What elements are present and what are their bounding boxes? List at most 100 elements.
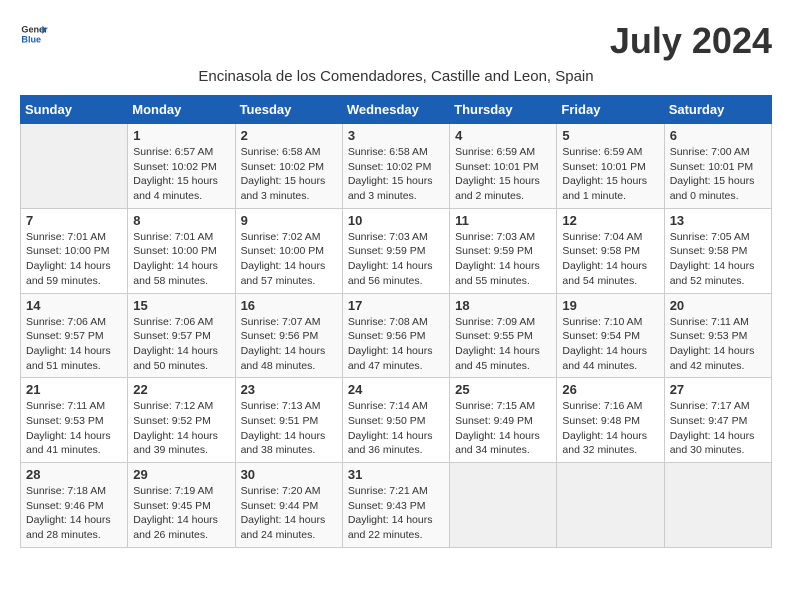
day-info: Sunrise: 7:11 AMSunset: 9:53 PMDaylight:…	[670, 315, 766, 374]
calendar-cell: 7Sunrise: 7:01 AMSunset: 10:00 PMDayligh…	[21, 208, 128, 293]
header-cell-monday: Monday	[128, 96, 235, 124]
day-number: 29	[133, 467, 229, 482]
day-number: 26	[562, 382, 658, 397]
day-number: 6	[670, 128, 766, 143]
day-info: Sunrise: 7:14 AMSunset: 9:50 PMDaylight:…	[348, 399, 444, 458]
calendar-cell: 22 Sunrise: 7:12 AMSunset: 9:52 PMDayligh…	[128, 378, 235, 463]
day-info: Sunrise: 6:59 AMSunset: 10:01 PMDaylight…	[562, 145, 658, 204]
logo-icon: General Blue	[20, 20, 48, 48]
day-info: Sunrise: 7:00 AMSunset: 10:01 PMDaylight…	[670, 145, 766, 204]
calendar-cell: 4 Sunrise: 6:59 AMSunset: 10:01 PMDayligh…	[450, 124, 557, 209]
header-cell-sunday: Sunday	[21, 96, 128, 124]
day-info: Sunrise: 7:09 AMSunset: 9:55 PMDaylight:…	[455, 315, 551, 374]
calendar-cell: 18 Sunrise: 7:09 AMSunset: 9:55 PMDayligh…	[450, 293, 557, 378]
day-number: 15	[133, 298, 229, 313]
calendar-cell: 17 Sunrise: 7:08 AMSunset: 9:56 PMDayligh…	[342, 293, 449, 378]
day-info: Sunrise: 7:15 AMSunset: 9:49 PMDaylight:…	[455, 399, 551, 458]
calendar-week-row: 7Sunrise: 7:01 AMSunset: 10:00 PMDayligh…	[21, 208, 772, 293]
day-info: Sunrise: 7:04 AMSunset: 9:58 PMDaylight:…	[562, 230, 658, 289]
day-number: 31	[348, 467, 444, 482]
svg-text:Blue: Blue	[21, 34, 41, 44]
day-number: 4	[455, 128, 551, 143]
calendar-cell: 27Sunrise: 7:17 AMSunset: 9:47 PMDayligh…	[664, 378, 771, 463]
calendar-week-row: 1 Sunrise: 6:57 AMSunset: 10:02 PMDayligh…	[21, 124, 772, 209]
day-number: 24	[348, 382, 444, 397]
day-number: 3	[348, 128, 444, 143]
day-number: 21	[26, 382, 122, 397]
day-info: Sunrise: 7:21 AMSunset: 9:43 PMDaylight:…	[348, 484, 444, 543]
day-info: Sunrise: 6:59 AMSunset: 10:01 PMDaylight…	[455, 145, 551, 204]
day-info: Sunrise: 7:05 AMSunset: 9:58 PMDaylight:…	[670, 230, 766, 289]
calendar-week-row: 21 Sunrise: 7:11 AMSunset: 9:53 PMDayligh…	[21, 378, 772, 463]
day-number: 1	[133, 128, 229, 143]
day-info: Sunrise: 7:11 AMSunset: 9:53 PMDaylight:…	[26, 399, 122, 458]
logo: General Blue	[20, 20, 48, 48]
day-info: Sunrise: 7:01 AMSunset: 10:00 PMDaylight…	[133, 230, 229, 289]
day-info: Sunrise: 7:06 AMSunset: 9:57 PMDaylight:…	[26, 315, 122, 374]
calendar-cell: 25 Sunrise: 7:15 AMSunset: 9:49 PMDayligh…	[450, 378, 557, 463]
day-number: 12	[562, 213, 658, 228]
day-number: 25	[455, 382, 551, 397]
day-number: 14	[26, 298, 122, 313]
header-cell-saturday: Saturday	[664, 96, 771, 124]
calendar-body: 1 Sunrise: 6:57 AMSunset: 10:02 PMDayligh…	[21, 124, 772, 548]
calendar-cell	[450, 463, 557, 548]
header-cell-friday: Friday	[557, 96, 664, 124]
calendar-cell: 6 Sunrise: 7:00 AMSunset: 10:01 PMDayligh…	[664, 124, 771, 209]
calendar-cell: 10 Sunrise: 7:03 AMSunset: 9:59 PMDayligh…	[342, 208, 449, 293]
calendar-cell: 1 Sunrise: 6:57 AMSunset: 10:02 PMDayligh…	[128, 124, 235, 209]
calendar-cell: 21 Sunrise: 7:11 AMSunset: 9:53 PMDayligh…	[21, 378, 128, 463]
calendar-cell: 2Sunrise: 6:58 AMSunset: 10:02 PMDayligh…	[235, 124, 342, 209]
calendar-cell: 20Sunrise: 7:11 AMSunset: 9:53 PMDayligh…	[664, 293, 771, 378]
calendar-cell	[664, 463, 771, 548]
day-number: 2	[241, 128, 337, 143]
calendar-subtitle: Encinasola de los Comendadores, Castille…	[20, 68, 772, 85]
day-info: Sunrise: 7:19 AMSunset: 9:45 PMDaylight:…	[133, 484, 229, 543]
day-number: 22	[133, 382, 229, 397]
calendar-cell: 23Sunrise: 7:13 AMSunset: 9:51 PMDayligh…	[235, 378, 342, 463]
day-number: 8	[133, 213, 229, 228]
day-number: 13	[670, 213, 766, 228]
calendar-cell: 24 Sunrise: 7:14 AMSunset: 9:50 PMDayligh…	[342, 378, 449, 463]
day-number: 19	[562, 298, 658, 313]
day-number: 17	[348, 298, 444, 313]
header-cell-wednesday: Wednesday	[342, 96, 449, 124]
calendar-cell: 12 Sunrise: 7:04 AMSunset: 9:58 PMDayligh…	[557, 208, 664, 293]
day-number: 28	[26, 467, 122, 482]
day-info: Sunrise: 7:07 AMSunset: 9:56 PMDaylight:…	[241, 315, 337, 374]
calendar-week-row: 14 Sunrise: 7:06 AMSunset: 9:57 PMDayligh…	[21, 293, 772, 378]
calendar-cell: 15 Sunrise: 7:06 AMSunset: 9:57 PMDayligh…	[128, 293, 235, 378]
calendar-cell	[557, 463, 664, 548]
calendar-cell	[21, 124, 128, 209]
day-info: Sunrise: 7:13 AMSunset: 9:51 PMDaylight:…	[241, 399, 337, 458]
calendar-table: SundayMondayTuesdayWednesdayThursdayFrid…	[20, 95, 772, 548]
calendar-cell: 14 Sunrise: 7:06 AMSunset: 9:57 PMDayligh…	[21, 293, 128, 378]
day-info: Sunrise: 7:02 AMSunset: 10:00 PMDaylight…	[241, 230, 337, 289]
day-number: 16	[241, 298, 337, 313]
calendar-cell: 30Sunrise: 7:20 AMSunset: 9:44 PMDayligh…	[235, 463, 342, 548]
day-info: Sunrise: 7:06 AMSunset: 9:57 PMDaylight:…	[133, 315, 229, 374]
calendar-cell: 11Sunrise: 7:03 AMSunset: 9:59 PMDayligh…	[450, 208, 557, 293]
calendar-cell: 8 Sunrise: 7:01 AMSunset: 10:00 PMDayligh…	[128, 208, 235, 293]
day-info: Sunrise: 7:16 AMSunset: 9:48 PMDaylight:…	[562, 399, 658, 458]
day-info: Sunrise: 7:12 AMSunset: 9:52 PMDaylight:…	[133, 399, 229, 458]
month-title: July 2024	[610, 20, 772, 62]
day-info: Sunrise: 7:08 AMSunset: 9:56 PMDaylight:…	[348, 315, 444, 374]
calendar-header-row: SundayMondayTuesdayWednesdayThursdayFrid…	[21, 96, 772, 124]
calendar-week-row: 28 Sunrise: 7:18 AMSunset: 9:46 PMDayligh…	[21, 463, 772, 548]
day-number: 18	[455, 298, 551, 313]
calendar-cell: 26 Sunrise: 7:16 AMSunset: 9:48 PMDayligh…	[557, 378, 664, 463]
day-number: 11	[455, 213, 551, 228]
header-cell-thursday: Thursday	[450, 96, 557, 124]
day-number: 5	[562, 128, 658, 143]
day-number: 10	[348, 213, 444, 228]
day-info: Sunrise: 7:17 AMSunset: 9:47 PMDaylight:…	[670, 399, 766, 458]
day-info: Sunrise: 7:10 AMSunset: 9:54 PMDaylight:…	[562, 315, 658, 374]
day-info: Sunrise: 7:03 AMSunset: 9:59 PMDaylight:…	[348, 230, 444, 289]
calendar-cell: 3Sunrise: 6:58 AMSunset: 10:02 PMDayligh…	[342, 124, 449, 209]
day-info: Sunrise: 6:57 AMSunset: 10:02 PMDaylight…	[133, 145, 229, 204]
day-info: Sunrise: 7:20 AMSunset: 9:44 PMDaylight:…	[241, 484, 337, 543]
calendar-cell: 16 Sunrise: 7:07 AMSunset: 9:56 PMDayligh…	[235, 293, 342, 378]
calendar-cell: 31 Sunrise: 7:21 AMSunset: 9:43 PMDayligh…	[342, 463, 449, 548]
day-info: Sunrise: 7:18 AMSunset: 9:46 PMDaylight:…	[26, 484, 122, 543]
